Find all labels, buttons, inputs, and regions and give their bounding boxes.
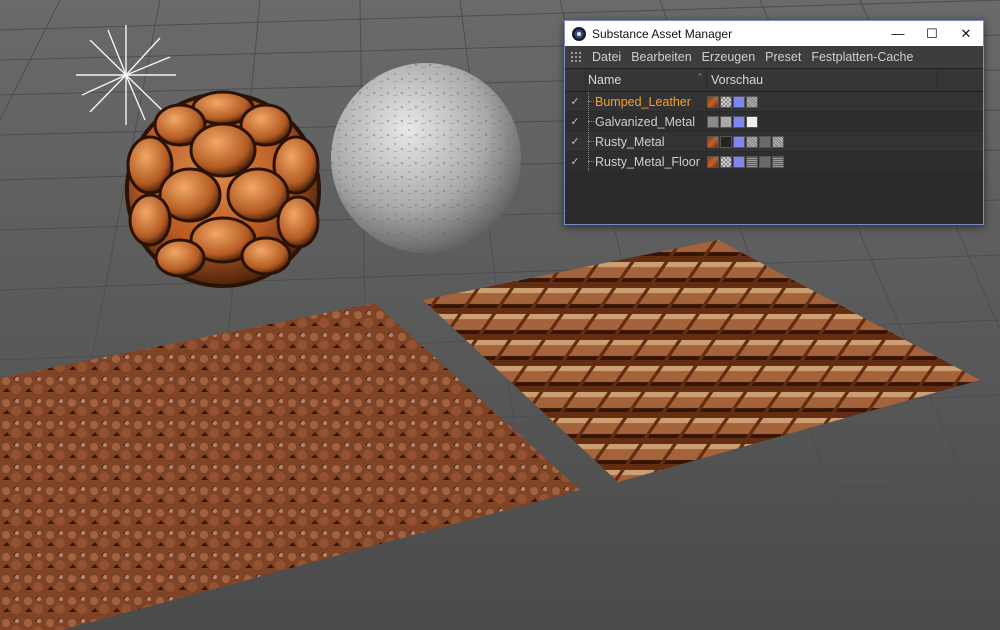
cinema4d-logo-icon xyxy=(572,26,586,41)
title-bar[interactable]: Substance Asset Manager — ☐ ✕ xyxy=(565,21,983,46)
asset-name[interactable]: Rusty_Metal xyxy=(595,135,705,149)
row-checkbox[interactable]: ✓ xyxy=(565,115,585,128)
tree-connector xyxy=(585,112,595,131)
leather-sphere xyxy=(125,90,321,288)
texture-swatch-dgray xyxy=(759,155,771,168)
preview-swatches xyxy=(707,115,758,128)
texture-swatch-dots xyxy=(746,155,758,168)
preview-swatches xyxy=(707,135,784,148)
texture-swatch-blue xyxy=(733,135,745,148)
row-checkbox[interactable]: ✓ xyxy=(565,135,585,148)
asset-name[interactable]: Bumped_Leather xyxy=(595,95,705,109)
texture-swatch-lgray xyxy=(720,115,732,128)
table-row[interactable]: ✓ Rusty_Metal xyxy=(565,132,983,152)
row-checkbox[interactable]: ✓ xyxy=(565,95,585,108)
asset-list: ✓ Bumped_Leather ✓ Galvanized_Metal ✓ Rusty_M… xyxy=(565,92,983,172)
texture-swatch-dgray xyxy=(759,135,771,148)
close-button[interactable]: ✕ xyxy=(949,21,983,46)
column-header-preview-label: Vorschau xyxy=(711,73,764,87)
texture-swatch-white xyxy=(746,115,758,128)
asset-name[interactable]: Galvanized_Metal xyxy=(595,115,705,129)
menu-festplatten-cache[interactable]: Festplatten-Cache xyxy=(806,50,918,64)
texture-swatch-blue xyxy=(733,95,745,108)
table-row[interactable]: ✓ Galvanized_Metal xyxy=(565,112,983,132)
texture-swatch-noise xyxy=(772,135,784,148)
sort-indicator-icon: ^ xyxy=(698,72,702,81)
texture-swatch-dots xyxy=(772,155,784,168)
column-header-name[interactable]: Name ^ xyxy=(586,69,707,91)
menu-datei[interactable]: Datei xyxy=(587,50,626,64)
column-header-check[interactable] xyxy=(565,69,586,91)
texture-swatch-blue xyxy=(733,155,745,168)
table-row[interactable]: ✓ Rusty_Metal_Floor xyxy=(565,152,983,172)
texture-swatch-rust xyxy=(707,155,719,168)
maximize-button[interactable]: ☐ xyxy=(915,21,949,46)
texture-swatch-gray xyxy=(707,115,719,128)
substance-asset-manager-window: Substance Asset Manager — ☐ ✕ Datei Bear… xyxy=(564,20,984,225)
asset-name[interactable]: Rusty_Metal_Floor xyxy=(595,155,705,169)
minimize-button[interactable]: — xyxy=(881,21,915,46)
menu-erzeugen[interactable]: Erzeugen xyxy=(697,50,761,64)
metal-sphere xyxy=(331,63,521,253)
menu-preset[interactable]: Preset xyxy=(760,50,806,64)
preview-swatches xyxy=(707,155,784,168)
texture-swatch-dark xyxy=(720,135,732,148)
menu-bearbeiten[interactable]: Bearbeiten xyxy=(626,50,696,64)
menu-bar: Datei Bearbeiten Erzeugen Preset Festpla… xyxy=(565,46,983,69)
texture-swatch-check xyxy=(720,155,732,168)
row-checkbox[interactable]: ✓ xyxy=(565,155,585,168)
column-header-preview[interactable]: Vorschau xyxy=(707,69,938,91)
column-header-name-label: Name xyxy=(588,73,622,87)
texture-swatch-rust xyxy=(707,135,719,148)
texture-swatch-noise xyxy=(746,95,758,108)
texture-swatch-noise xyxy=(746,135,758,148)
tree-connector xyxy=(585,92,595,111)
window-title: Substance Asset Manager xyxy=(592,26,733,41)
texture-swatch-check xyxy=(720,95,732,108)
preview-swatches xyxy=(707,95,758,108)
tree-connector xyxy=(585,132,595,151)
table-header: Name ^ Vorschau xyxy=(565,69,983,92)
tree-connector xyxy=(585,152,595,171)
table-row[interactable]: ✓ Bumped_Leather xyxy=(565,92,983,112)
grip-icon[interactable] xyxy=(571,51,581,63)
texture-swatch-blue xyxy=(733,115,745,128)
texture-swatch-rust xyxy=(707,95,719,108)
